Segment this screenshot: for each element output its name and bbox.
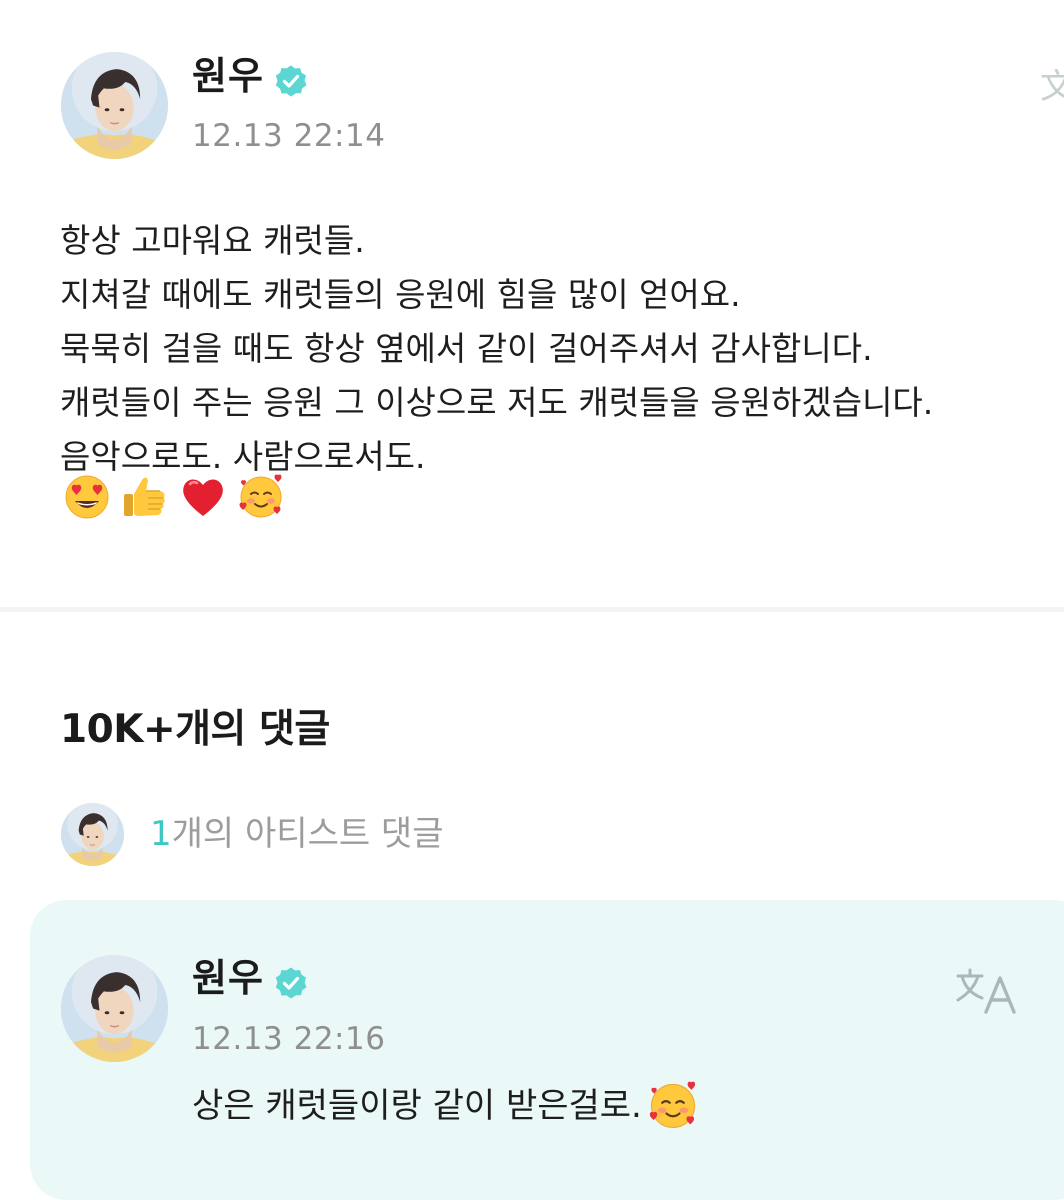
post-timestamp: 12.13 22:14 — [192, 118, 386, 154]
post-author-name[interactable]: 원우 — [192, 52, 264, 100]
svg-text:文: 文 — [1040, 67, 1064, 107]
post-line: 지쳐갈 때에도 캐럿들의 응원에 힘을 많이 얻어요. — [60, 275, 741, 314]
verified-badge-icon — [274, 966, 308, 1000]
verified-badge-icon — [274, 64, 308, 98]
comment-text-body: 상은 캐럿들이랑 같이 받은걸로. — [192, 1086, 642, 1126]
thumbs-up-emoji — [124, 477, 165, 516]
artist-comments-link[interactable]: 1개의 아티스트 댓글 — [150, 810, 444, 858]
smiling-face-with-hearts-emoji — [646, 1079, 700, 1133]
smiling-face-with-hearts-emoji — [236, 472, 286, 522]
post-line: 항상 고마워요 캐럿들. — [60, 221, 365, 260]
comment-text: 상은 캐럿들이랑 같이 받은걸로. — [192, 1078, 700, 1134]
artist-comment-avatar[interactable] — [61, 803, 124, 866]
post-line: 묵묵히 걸을 때도 항상 옆에서 같이 걸어주셔서 감사합니다. — [60, 329, 873, 368]
post-line: 캐럿들이 주는 응원 그 이상으로 저도 캐럿들을 응원하겠습니다. — [60, 383, 934, 422]
section-divider — [0, 607, 1064, 612]
artist-comment-label: 개의 아티스트 댓글 — [171, 814, 444, 854]
comment-count-heading: 10K+개의 댓글 — [60, 707, 330, 752]
translate-icon[interactable] — [956, 966, 1018, 1016]
heart-eyes-emoji — [65, 475, 109, 519]
red-heart-emoji — [183, 479, 223, 516]
comment-author-name[interactable]: 원우 — [192, 954, 264, 1002]
artist-comment-card[interactable] — [30, 900, 1064, 1200]
artist-comment-count: 1 — [150, 814, 172, 854]
translate-icon[interactable]: 文 — [1040, 60, 1064, 110]
post-body: 항상 고마워요 캐럿들. 지쳐갈 때에도 캐럿들의 응원에 힘을 많이 얻어요.… — [60, 214, 1050, 484]
post-author-avatar[interactable] — [61, 52, 168, 159]
comment-timestamp: 12.13 22:16 — [192, 1021, 386, 1057]
post-emoji-row — [62, 470, 286, 524]
comment-author-avatar[interactable] — [61, 955, 168, 1062]
